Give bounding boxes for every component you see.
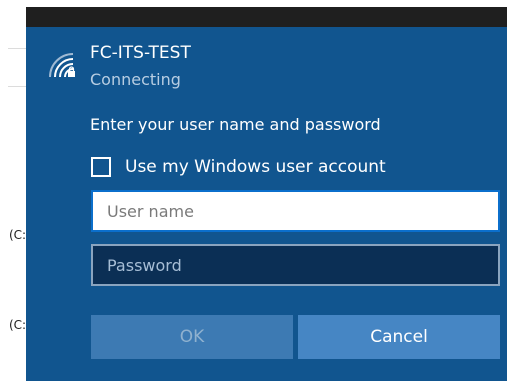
cancel-button[interactable]: Cancel <box>298 315 500 359</box>
username-input[interactable]: User name <box>91 190 500 232</box>
network-name: FC-ITS-TEST <box>90 43 191 63</box>
background-text-fragment: (C: <box>9 318 27 332</box>
background-text-fragment: (C: <box>9 228 27 242</box>
cancel-button-label: Cancel <box>370 327 428 347</box>
password-input[interactable]: Password <box>91 244 500 286</box>
wifi-secure-icon <box>49 53 75 78</box>
username-placeholder: User name <box>107 201 194 221</box>
network-auth-panel: FC-ITS-TEST Connecting Enter your user n… <box>26 27 507 381</box>
checkbox-label: Use my Windows user account <box>125 157 386 177</box>
ok-button-label: OK <box>179 327 205 347</box>
background-divider <box>8 86 26 87</box>
use-windows-account-checkbox[interactable]: Use my Windows user account <box>91 154 386 180</box>
ok-button[interactable]: OK <box>91 315 293 359</box>
background-divider <box>8 48 26 49</box>
checkbox-box[interactable] <box>91 157 111 177</box>
connection-status: Connecting <box>90 70 181 89</box>
flyout-top-bar <box>26 7 507 27</box>
password-placeholder: Password <box>107 255 182 275</box>
credentials-prompt: Enter your user name and password <box>90 115 381 134</box>
